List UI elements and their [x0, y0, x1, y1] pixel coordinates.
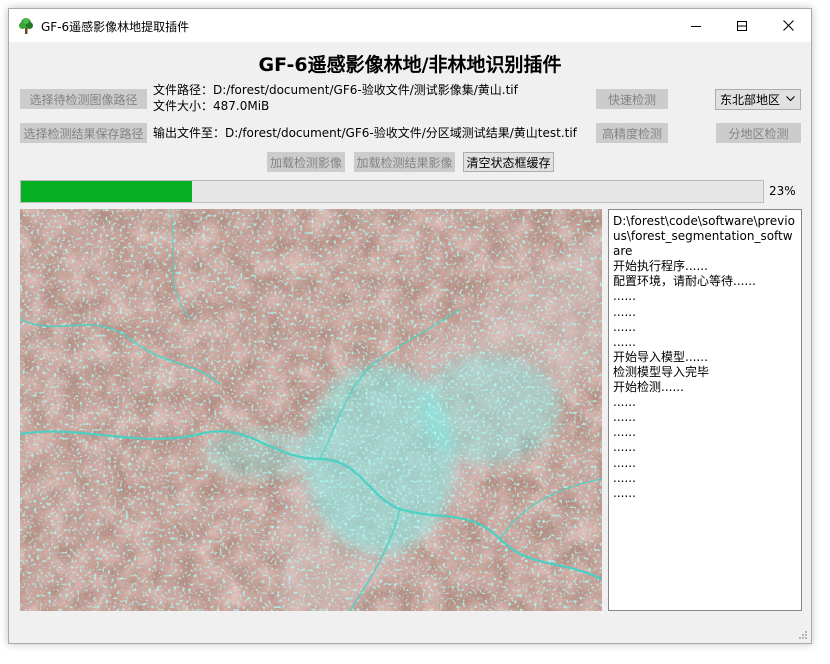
progress-bar: [20, 180, 764, 203]
quick-detect-button[interactable]: 快速检测: [596, 89, 668, 109]
high-precision-detect-button[interactable]: 高精度检测: [596, 123, 668, 143]
satellite-image[interactable]: [20, 209, 602, 611]
log-line: 开始导入模型......: [613, 349, 708, 364]
close-button[interactable]: [765, 9, 811, 42]
maximize-button[interactable]: [719, 9, 765, 42]
status-log[interactable]: D:\forest\code\software\previous\forest_…: [608, 209, 802, 611]
regional-detect-button[interactable]: 分地区检测: [716, 123, 801, 143]
satellite-image-canvas: [20, 209, 602, 611]
select-image-path-button[interactable]: 选择待检测图像路径: [20, 89, 147, 109]
log-line: 开始执行程序......: [613, 259, 708, 274]
file-path-label: 文件路径：D:/forest/document/GF6-验收文件/测试影像集/黄…: [153, 83, 518, 97]
maximize-icon: [737, 20, 747, 31]
log-line: D:\forest\code\software\previous\forest_…: [613, 214, 795, 259]
log-line: ......: [613, 319, 636, 334]
log-line: ......: [613, 485, 636, 500]
window-title: GF-6遥感影像林地提取插件: [41, 20, 190, 34]
chevron-down-icon: [786, 96, 795, 102]
log-line: 检测模型导入完毕: [613, 364, 710, 379]
minimize-icon: [691, 25, 701, 27]
tree-icon: [18, 17, 34, 35]
log-line: 开始检测......: [613, 380, 684, 395]
log-line: ......: [613, 470, 636, 485]
log-line: ......: [613, 334, 636, 349]
file-size-label: 文件大小：487.0MiB: [153, 99, 270, 113]
progress-percent: 23%: [769, 184, 796, 198]
app-window: GF-6遥感影像林地提取插件 GF-6遥感影像林地/非林地识别插件 选择待检测图…: [8, 8, 812, 644]
log-line: ......: [613, 425, 636, 440]
load-result-button[interactable]: 加载检测结果影像: [354, 152, 455, 172]
page-title: GF-6遥感影像林地/非林地识别插件: [258, 54, 562, 76]
region-select[interactable]: 东北部地区: [715, 89, 801, 110]
log-line: ......: [613, 304, 636, 319]
log-line: ......: [613, 289, 636, 304]
minimize-button-area[interactable]: [673, 9, 719, 42]
select-result-path-button[interactable]: 选择检测结果保存路径: [20, 123, 147, 143]
log-line: ......: [613, 455, 636, 470]
close-icon: [782, 20, 794, 31]
output-path-label: 输出文件至：D:/forest/document/GF6-验收文件/分区域测试结…: [153, 126, 577, 140]
log-line: ......: [613, 395, 636, 410]
log-line: 配置环境，请耐心等待......: [613, 274, 756, 289]
log-line: ......: [613, 410, 636, 425]
progress-fill: [21, 181, 192, 202]
load-image-button[interactable]: 加载检测影像: [267, 152, 345, 172]
log-line: ......: [613, 440, 636, 455]
region-select-value: 东北部地区: [720, 93, 781, 107]
clear-log-button[interactable]: 清空状态框缓存: [463, 152, 554, 172]
resize-grip-icon[interactable]: [799, 631, 807, 639]
